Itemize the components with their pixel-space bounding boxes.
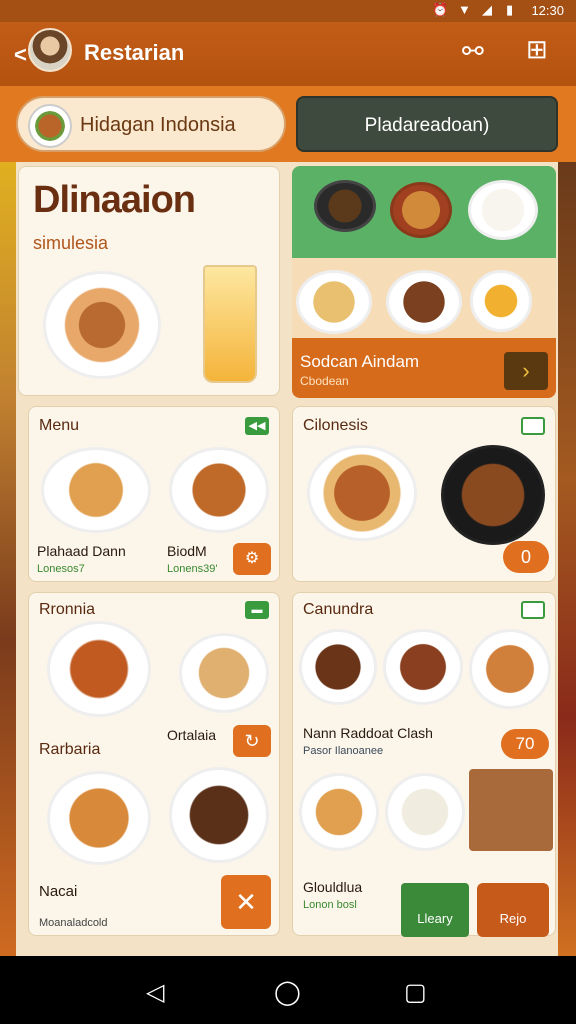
item-name: Glouldlua	[303, 879, 363, 895]
cuisine-card[interactable]: Cilonesis 0	[292, 406, 556, 582]
back-icon[interactable]: ◁	[146, 978, 164, 1007]
item-sub: Moanaladcold	[39, 917, 108, 929]
action-button[interactable]: Pladareadoan)	[296, 96, 558, 152]
share-icon[interactable]: ⚯	[462, 36, 484, 67]
search-band: Hidagan Indonsia Pladareadoan)	[0, 86, 576, 162]
home-icon[interactable]: ◯	[274, 978, 301, 1007]
section-title: Cilonesis	[303, 417, 368, 434]
item-sub: Pasor Ilanoanee	[303, 745, 384, 757]
item-price: Lonesos7	[37, 563, 85, 575]
chevron-right-icon[interactable]: ›	[504, 352, 548, 390]
app-bar: < Restarian ⚯ ⊞	[0, 22, 576, 86]
system-nav-bar: ◁ ◯ ▢	[0, 956, 576, 1024]
recents-icon[interactable]: ▢	[404, 978, 427, 1007]
dish-image	[470, 270, 532, 332]
dish-image	[47, 771, 151, 865]
avatar[interactable]	[28, 28, 72, 72]
item-price: Lonon bosl	[303, 899, 357, 911]
cart-icon[interactable]: ⊞	[526, 34, 548, 65]
promo-subtitle: Cbodean	[300, 374, 349, 388]
dish-image	[179, 633, 269, 713]
dish-image	[441, 445, 545, 545]
dish-image	[43, 271, 161, 379]
hero-subtitle: simulesia	[33, 233, 109, 253]
dish-image	[169, 767, 269, 863]
dish-image	[307, 445, 417, 541]
hero-card[interactable]: Dlinaaion simulesia	[18, 166, 280, 396]
location-text: Hidagan Indonsia	[80, 114, 236, 136]
toggle-icon[interactable]: ▬	[245, 601, 269, 619]
dish-image	[299, 629, 377, 705]
count-badge[interactable]: 70	[501, 729, 549, 759]
dish-image	[47, 621, 151, 717]
item-name: Nacai	[39, 883, 78, 900]
back-arrow-icon[interactable]: <	[14, 42, 27, 68]
settings-icon[interactable]: ⚙	[233, 543, 271, 575]
promo-title: Sodcan Aindam	[300, 352, 420, 371]
item-name: Plahaad Dann	[37, 543, 126, 559]
toggle-icon[interactable]	[521, 417, 545, 435]
dish-image	[385, 773, 465, 851]
toggle-icon[interactable]: ◀◀	[245, 417, 269, 435]
signal-icon: ◢	[482, 2, 492, 17]
status-bar: ⏰ ▼ ◢ ▮ 12:30	[0, 0, 576, 22]
refresh-icon[interactable]: ↻	[233, 725, 271, 757]
right-decor	[558, 162, 576, 956]
section-title: Rronnia	[39, 601, 96, 618]
dish-image	[386, 270, 462, 334]
status-time: 12:30	[531, 3, 564, 18]
hero-title: Dlinaaion	[33, 179, 196, 221]
battery-icon: ▮	[506, 2, 514, 17]
bowl-image	[314, 180, 376, 232]
rice-image	[468, 180, 538, 240]
section-title: Menu	[39, 417, 80, 434]
promo-card[interactable]: Sodcan Aindam Cbodean ›	[292, 166, 556, 398]
item-name: BiodM	[167, 543, 207, 559]
section-title: Canundra	[303, 601, 374, 618]
location-pill[interactable]: Hidagan Indonsia	[16, 96, 286, 152]
toggle-icon[interactable]	[521, 601, 545, 619]
left-decor	[0, 162, 16, 956]
wifi-icon: ▼	[458, 2, 471, 17]
dish-image	[169, 447, 269, 533]
app-title: Restarian	[84, 40, 185, 65]
ronnia-card[interactable]: Rronnia ▬ Ortalaia ↻ Rarbaria Nacai Moan…	[28, 592, 280, 936]
item-price: Lonens39'	[167, 563, 218, 575]
alarm-icon: ⏰	[432, 2, 449, 17]
dish-image	[299, 773, 379, 851]
item-name: Nann Raddoat Clash	[303, 725, 433, 741]
dish-image	[41, 447, 151, 533]
dish-image	[296, 270, 372, 334]
dish-image	[383, 629, 463, 705]
menu-card[interactable]: Menu ◀◀ Plahaad Dann Lonesos7 BiodM Lone…	[28, 406, 280, 582]
food-plate-icon	[28, 104, 72, 148]
lleary-button[interactable]: Lleary	[401, 883, 469, 937]
canundra-card[interactable]: Canundra Nann Raddoat Clash Pasor Ilanoa…	[292, 592, 556, 937]
rejo-button[interactable]: Rejo	[477, 883, 549, 937]
section-subtitle: Rarbaria	[39, 741, 101, 758]
juice-image	[203, 265, 257, 383]
sauce-tray-image	[469, 769, 553, 851]
dish-image	[469, 629, 551, 709]
count-badge[interactable]: 0	[503, 541, 549, 573]
bowl-image	[390, 182, 452, 238]
item-label: Ortalaia	[167, 727, 217, 743]
close-icon[interactable]: ✕	[221, 875, 271, 929]
